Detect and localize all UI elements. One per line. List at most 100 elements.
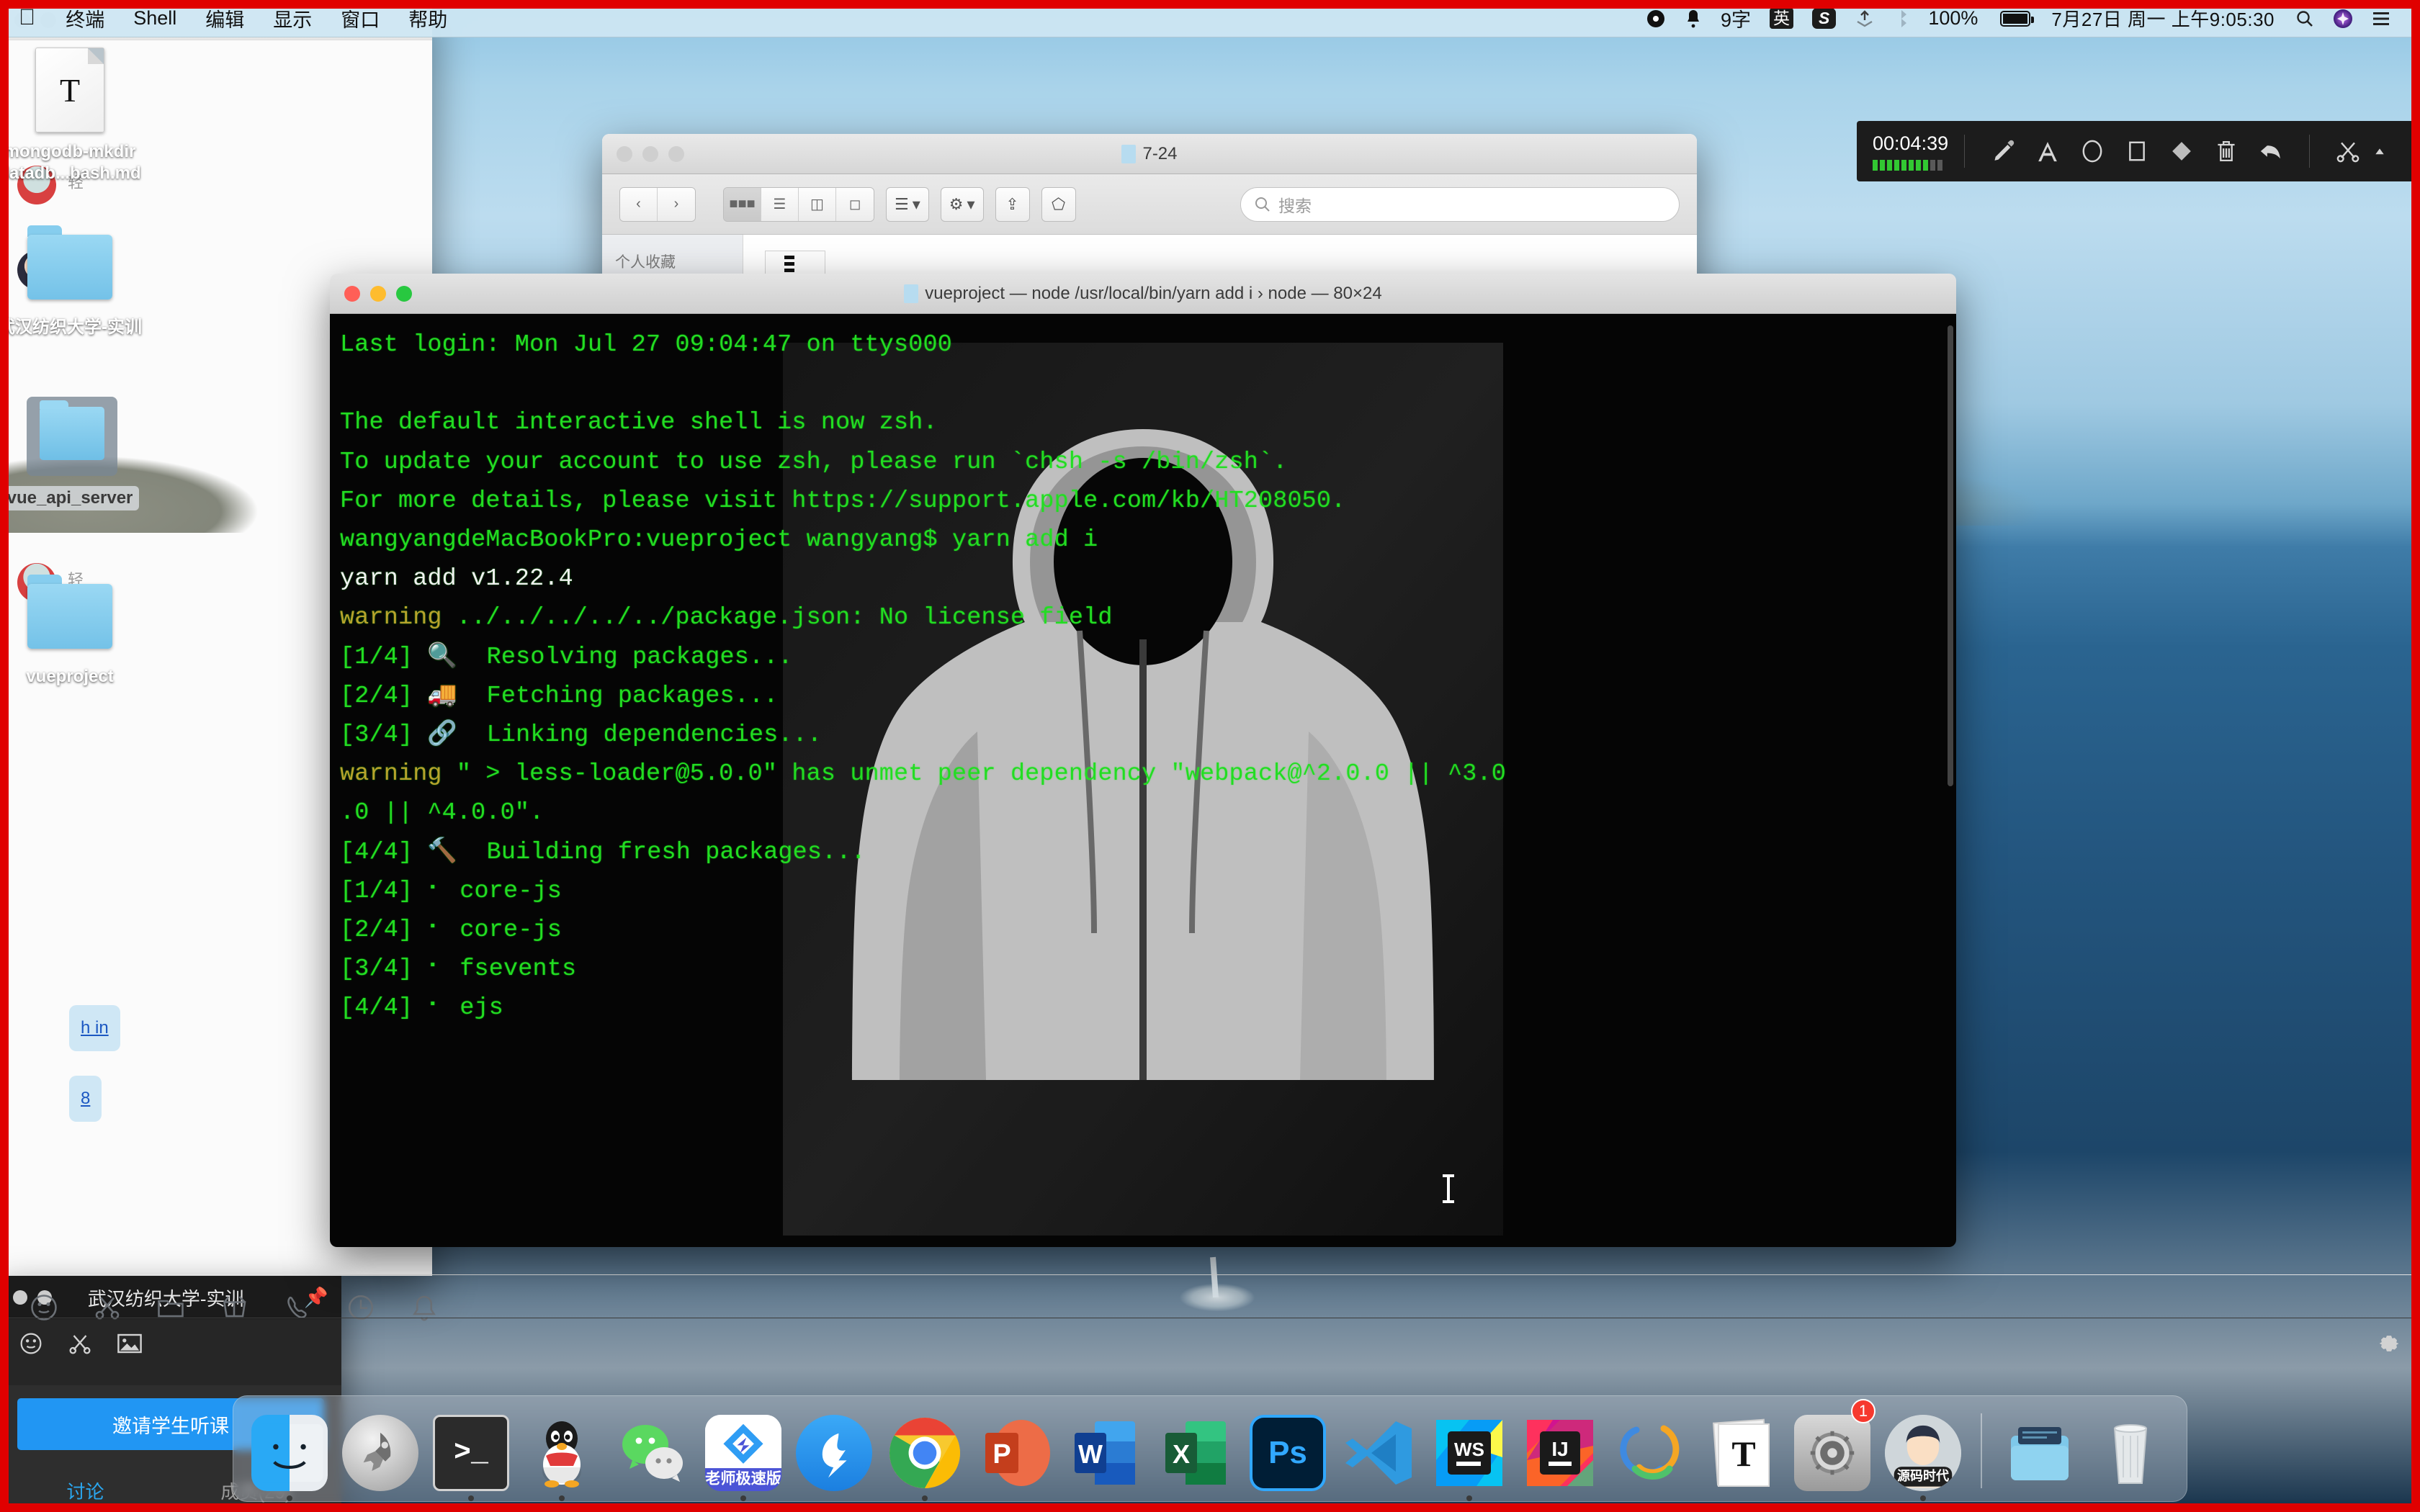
terminal-window[interactable]: vueproject — node /usr/local/bin/yarn ad…	[330, 274, 1956, 1247]
dock-item-qq[interactable]	[521, 1402, 602, 1501]
scissors-icon[interactable]	[68, 1331, 92, 1356]
arrange-button[interactable]: ☰ ▾	[886, 186, 929, 222]
back-button[interactable]: ‹	[620, 187, 658, 221]
tags-button[interactable]: ⬠	[1041, 186, 1076, 222]
navigation-buttons[interactable]: ‹ ›	[619, 186, 696, 222]
dock-item-wechat[interactable]	[612, 1402, 693, 1501]
maximize-button[interactable]	[668, 145, 684, 162]
annotation-toolbar[interactable]: 00:04:39	[1857, 121, 2420, 181]
record-icon[interactable]	[1636, 9, 1675, 29]
dock-item-intellij[interactable]: IJ	[1520, 1402, 1600, 1501]
gallery-view-button[interactable]: ◻	[836, 187, 874, 221]
scissors-icon[interactable]	[2326, 129, 2370, 174]
chat-bubble[interactable]: h in	[69, 1005, 120, 1051]
finder-toolbar[interactable]: ‹ › ■■■ ☰ ◫ ◻ ☰ ▾ ⚙ ▾ ⇪ ⬠ 搜索	[602, 174, 1697, 235]
running-indicator	[740, 1495, 746, 1501]
forward-button[interactable]: ›	[658, 187, 695, 221]
view-mode-switcher[interactable]: ■■■ ☰ ◫ ◻	[723, 186, 874, 222]
dingtalk-icon	[796, 1415, 872, 1491]
dock-item-word[interactable]: W	[1066, 1402, 1147, 1501]
window-controls[interactable]	[602, 145, 684, 162]
ime-char-count: 9字	[1720, 9, 1752, 31]
close-button[interactable]	[617, 145, 632, 162]
terminal-line: [3/4] 🔗 Linking dependencies...	[340, 721, 823, 750]
dock-item-system-preferences[interactable]: 1	[1792, 1399, 1876, 1501]
battery-icon[interactable]	[1987, 10, 2040, 27]
menu-item-terminal[interactable]: 终端	[51, 4, 119, 32]
folder-icon	[27, 223, 113, 310]
terminal-line: [4/4] 🔨 Building fresh packages...	[340, 838, 866, 866]
minimize-button[interactable]	[370, 285, 386, 302]
control-center-icon[interactable]	[2362, 10, 2400, 27]
minimize-button[interactable]	[642, 145, 658, 162]
desktop-icon-label: 武汉纺织大学-实训	[0, 318, 142, 337]
dock-item-terminal[interactable]: >_	[431, 1402, 511, 1501]
terminal-screen[interactable]: Last login: Mon Jul 27 09:04:47 on ttys0…	[330, 314, 1956, 1247]
desktop-icon-vueproject[interactable]: vueproject	[0, 572, 145, 688]
chat-bubble[interactable]: 8	[69, 1076, 102, 1122]
desktop-icon-wuhan-folder[interactable]: 武汉纺织大学-实训	[0, 223, 145, 338]
chat-input-toolbar[interactable]	[0, 1274, 2420, 1339]
brush-icon[interactable]	[1981, 129, 2025, 174]
dock-item-powerpoint[interactable]: P	[975, 1402, 1056, 1501]
column-view-button[interactable]: ◫	[799, 187, 836, 221]
sogou-input-icon[interactable]: S	[1803, 8, 1845, 29]
terminal-scrollbar[interactable]	[1948, 325, 1953, 786]
trash-icon[interactable]	[2204, 129, 2249, 174]
dock-item-finder[interactable]	[249, 1402, 330, 1501]
dock-item-photoshop[interactable]: Ps	[1247, 1402, 1328, 1501]
icon-view-button[interactable]: ■■■	[724, 187, 761, 221]
terminal-line: [2/4] 🚚 Fetching packages...	[340, 682, 779, 710]
siri-icon[interactable]	[2323, 9, 2362, 29]
emoji-icon[interactable]	[19, 1331, 43, 1356]
action-button[interactable]: ⚙ ▾	[940, 186, 984, 222]
list-view-button[interactable]: ☰	[761, 187, 799, 221]
image-icon[interactable]	[117, 1331, 143, 1356]
dock-item-webstorm[interactable]: WS	[1429, 1402, 1510, 1501]
desktop-icon-mongodb-doc[interactable]: T mongodb-mkdir datadb...bash.md	[0, 48, 145, 184]
notification-bell-icon[interactable]	[1675, 9, 1711, 29]
close-button[interactable]	[344, 285, 360, 302]
terminal-line: .0 || ^4.0.0".	[340, 799, 544, 827]
terminal-line: For more details, please visit https://s…	[340, 487, 1346, 515]
menu-item-edit[interactable]: 编辑	[191, 4, 259, 32]
dock[interactable]: >_ 老师极速版 P W X Ps WS IJ T 1 源码时代	[233, 1395, 2187, 1502]
apple-menu-icon[interactable]: 	[19, 4, 51, 33]
menu-bar-clock[interactable]: 7月27日 周一 上午9:05:30	[2040, 5, 2286, 32]
circle-icon[interactable]	[2070, 129, 2115, 174]
search-icon[interactable]	[2286, 9, 2323, 28]
dock-item-tencent-classroom[interactable]: 老师极速版	[703, 1402, 784, 1501]
menu-item-shell[interactable]: Shell	[119, 7, 191, 30]
dock-item-downloads-folder[interactable]	[1999, 1402, 2080, 1501]
dock-item-dingtalk[interactable]	[794, 1402, 874, 1501]
desktop-icon-vue-api-server[interactable]: vue_api_server	[0, 392, 145, 510]
finder-search-input[interactable]: 搜索	[1240, 186, 1680, 222]
ime-language-indicator[interactable]: 英	[1760, 8, 1803, 29]
meter-bar-off	[1937, 159, 1942, 171]
dock-item-yuanma-shidai[interactable]: 源码时代	[1883, 1402, 1963, 1501]
bluetooth-icon[interactable]	[1884, 9, 1919, 29]
dock-item-chrome[interactable]	[884, 1402, 965, 1501]
window-controls[interactable]	[330, 285, 412, 302]
menu-item-window[interactable]: 窗口	[326, 4, 394, 32]
menu-item-help[interactable]: 帮助	[394, 4, 462, 32]
chevron-up-icon[interactable]	[2370, 129, 2389, 174]
finder-titlebar[interactable]: 7-24	[602, 134, 1697, 174]
menu-bar:  终端 Shell 编辑 显示 窗口 帮助 9字 英 S 100%	[0, 0, 2420, 37]
dock-item-vscode[interactable]	[1338, 1402, 1419, 1501]
share-button[interactable]: ⇪	[995, 186, 1030, 222]
gear-icon[interactable]	[2377, 1331, 2401, 1356]
dock-item-sketch[interactable]	[1610, 1402, 1691, 1501]
undo-icon[interactable]	[2249, 129, 2293, 174]
dock-item-textedit[interactable]: T	[1701, 1402, 1782, 1501]
airdrop-icon[interactable]	[1845, 9, 1884, 28]
square-icon[interactable]	[2115, 129, 2159, 174]
maximize-button[interactable]	[396, 285, 412, 302]
dock-item-launchpad[interactable]	[340, 1402, 421, 1501]
text-icon[interactable]	[2025, 129, 2070, 174]
dock-item-trash[interactable]	[2090, 1402, 2171, 1501]
terminal-titlebar[interactable]: vueproject — node /usr/local/bin/yarn ad…	[330, 274, 1956, 314]
menu-item-view[interactable]: 显示	[259, 4, 326, 32]
eraser-icon[interactable]	[2159, 129, 2204, 174]
dock-item-excel[interactable]: X	[1157, 1402, 1237, 1501]
